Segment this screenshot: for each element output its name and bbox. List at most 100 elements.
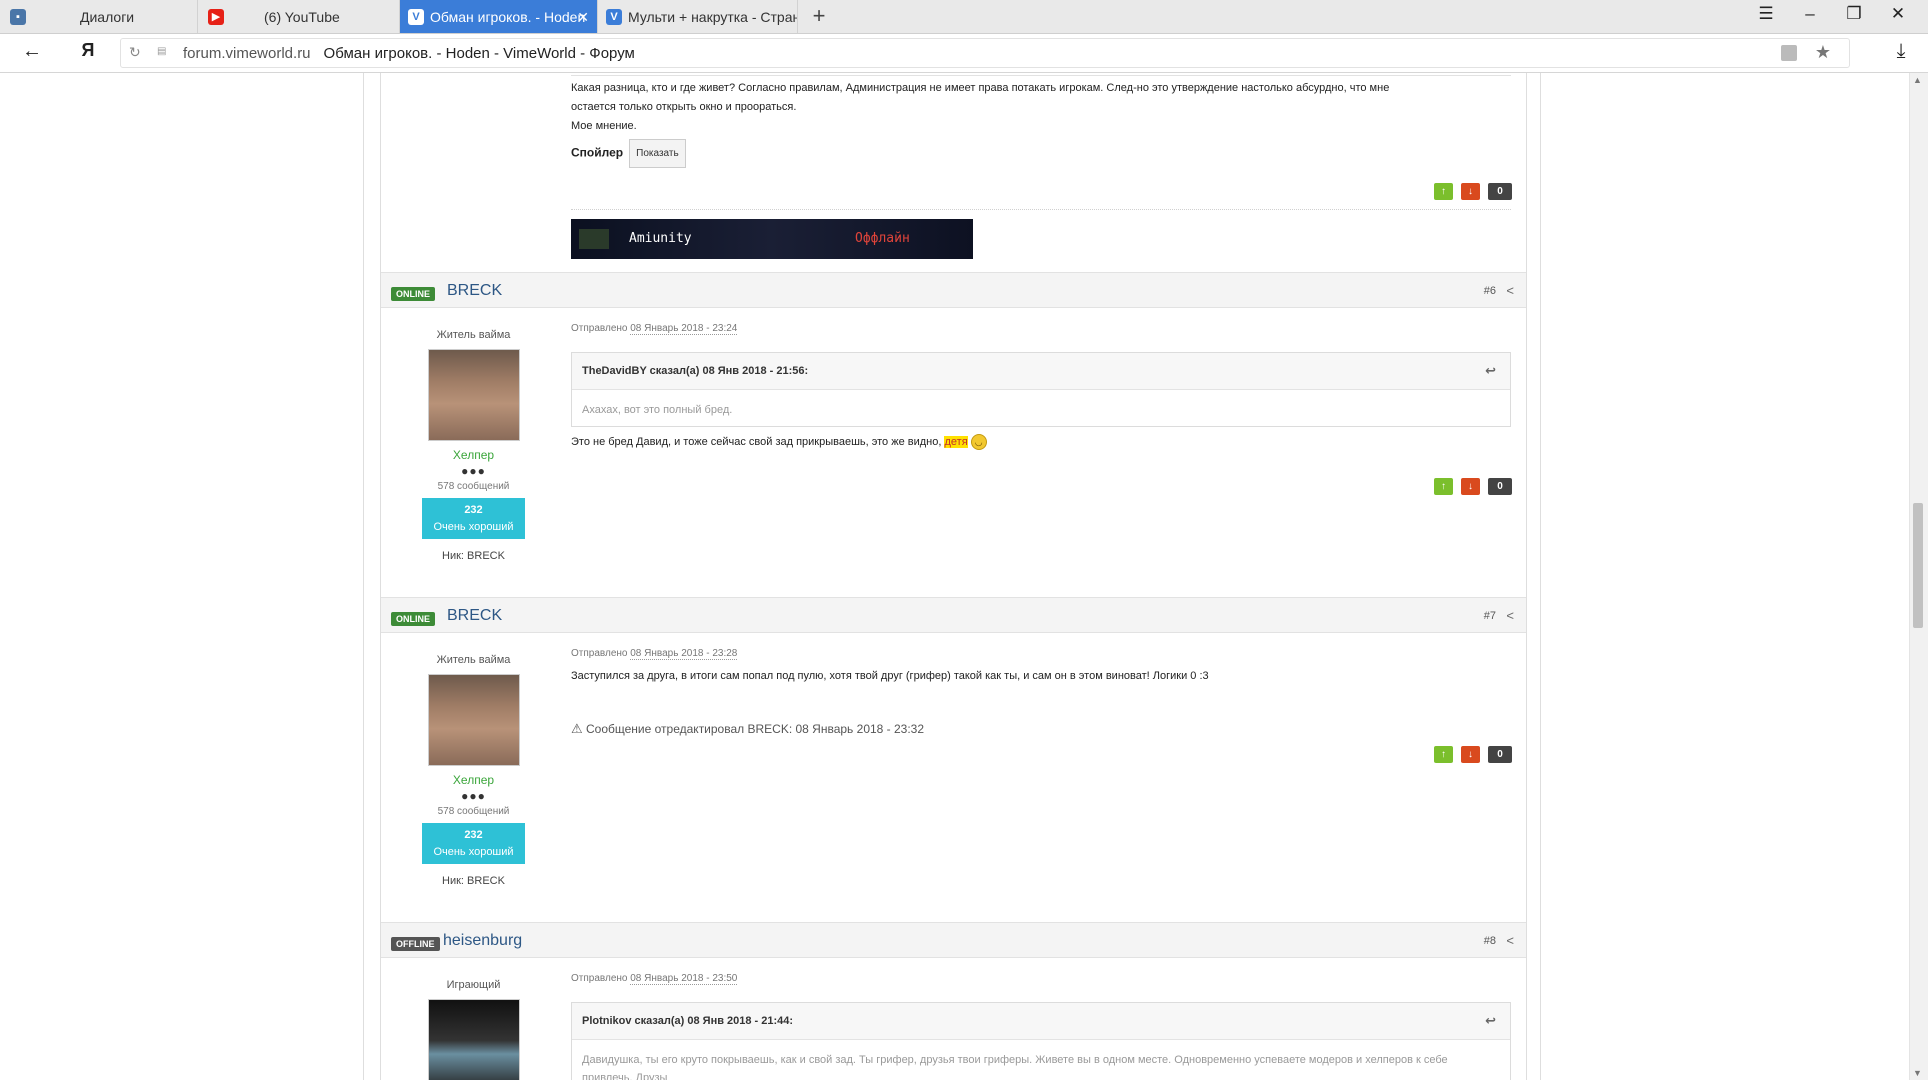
scroll-up-icon[interactable]: ▲ (1913, 75, 1922, 85)
divider (1540, 73, 1541, 1080)
divider (571, 75, 1511, 76)
extension-icon[interactable] (1781, 45, 1797, 61)
post-number-link[interactable]: #8 (1484, 935, 1496, 947)
post-author-link[interactable]: BRECK (447, 282, 502, 300)
posted-prefix: Отправлено (571, 973, 628, 984)
post-number-link[interactable]: #7 (1484, 610, 1496, 622)
user-group: Играющий (446, 979, 501, 991)
author-panel: Играющий (381, 979, 566, 1080)
author-panel: Житель вайма Хелпер ●●● 578 сообщений 23… (381, 654, 566, 887)
post-votes: ↑ ↓ 0 (1434, 746, 1512, 763)
minimize-icon[interactable]: – (1798, 4, 1822, 24)
warning-icon: ⚠ (571, 721, 583, 736)
quote-text: Ахахах, вот это полный бред. (582, 404, 733, 416)
quote-author: Plotnikov сказал(а) 08 Янв 2018 - 21:44: (582, 1015, 794, 1027)
edit-note: ⚠ Сообщение отредактировал BRECK: 08 Янв… (571, 721, 1511, 737)
avatar[interactable] (427, 674, 520, 766)
vote-down-button[interactable]: ↓ (1461, 478, 1480, 495)
vote-down-button[interactable]: ↓ (1461, 183, 1480, 200)
post-body: Отправлено 08 Январь 2018 - 23:28 Заступ… (571, 648, 1511, 737)
spoiler-show-button[interactable]: Показать (629, 139, 686, 168)
posted-date: 08 Январь 2018 - 23:28 (630, 648, 738, 660)
share-icon[interactable]: < (1506, 608, 1514, 623)
vote-score: 0 (1488, 746, 1512, 763)
vimeworld-icon: V (408, 8, 424, 25)
user-group: Житель вайма (436, 329, 511, 341)
post-date: Отправлено 08 Январь 2018 - 23:50 (571, 973, 1511, 985)
post-author-link[interactable]: BRECK (447, 607, 502, 625)
tab-multi[interactable]: V Мульти + накрутка - Стран (598, 0, 798, 33)
scrollbar-thumb[interactable] (1913, 503, 1923, 628)
quote-header: Plotnikov сказал(а) 08 Янв 2018 - 21:44:… (572, 1003, 1510, 1040)
post-text-line: Это не бред Давид, и тоже сейчас свой за… (571, 435, 942, 448)
post-header: ONLINE BRECK #6 < (381, 272, 1526, 308)
tab-label: Диалоги (80, 8, 135, 25)
youtube-icon: ▶ (208, 8, 224, 25)
vote-score: 0 (1488, 183, 1512, 200)
avatar[interactable] (427, 349, 520, 441)
reputation-label: Очень хороший (433, 846, 514, 858)
user-group: Житель вайма (436, 654, 511, 666)
avatar[interactable] (427, 999, 520, 1080)
url-host: forum.vimeworld.ru (183, 44, 311, 62)
address-bar: ← Я ↻ ▤ forum.vimeworld.ru Обман игроков… (0, 34, 1928, 73)
post-count: 578 сообщений (437, 481, 510, 492)
post-count: 578 сообщений (437, 806, 510, 817)
post-number-link[interactable]: #6 (1484, 285, 1496, 297)
post-text-line: Мое мнение. (571, 120, 637, 132)
site-info-icon[interactable]: ▤ (157, 46, 166, 57)
vimeworld-icon: V (606, 8, 622, 25)
tab-dialogs[interactable]: ▪ Диалоги (0, 0, 198, 33)
vote-down-button[interactable]: ↓ (1461, 746, 1480, 763)
post-text-line: остается только открыть окно и прооратьс… (571, 101, 797, 113)
author-panel: Житель вайма Хелпер ●●● 578 сообщений 23… (381, 329, 566, 562)
new-tab-button[interactable]: + (806, 3, 832, 29)
reload-icon[interactable]: ↻ (129, 44, 141, 61)
vk-icon: ▪ (10, 8, 26, 25)
tab-forum-active[interactable]: V Обман игроков. - Hoden ✕ (400, 0, 598, 33)
share-icon[interactable]: < (1506, 933, 1514, 948)
view-quote-icon[interactable]: ↩ (1485, 1003, 1496, 1039)
tab-label: Мульти + накрутка - Стран (628, 8, 798, 25)
highlighted-text: детя (944, 435, 968, 448)
post-author-link[interactable]: heisenburg (443, 932, 522, 950)
vote-up-button[interactable]: ↑ (1434, 183, 1453, 200)
download-icon[interactable]: ⤓ (1887, 40, 1915, 63)
url-field[interactable]: ↻ ▤ forum.vimeworld.ru Обман игроков. - … (120, 38, 1850, 68)
restore-icon[interactable]: ❐ (1842, 4, 1866, 24)
reputation-badge: 232 Очень хороший (422, 823, 525, 864)
divider (363, 73, 364, 1080)
spoiler-label: Спойлер (571, 145, 624, 160)
url-title: Обман игроков. - Hoden - VimeWorld - Фор… (323, 44, 635, 62)
user-nick: Ник: BRECK (442, 875, 505, 887)
reputation-value: 232 (464, 829, 483, 841)
close-window-icon[interactable]: ✕ (1886, 4, 1910, 24)
quote-block: Plotnikov сказал(а) 08 Янв 2018 - 21:44:… (571, 1002, 1511, 1080)
tab-youtube[interactable]: ▶ (6) YouTube (198, 0, 400, 33)
post-body: Отправлено 08 Январь 2018 - 23:24 (571, 323, 1511, 335)
share-icon[interactable]: < (1506, 283, 1514, 298)
signature-banner[interactable]: Amiunity Оффлайн (571, 219, 973, 259)
pixel-avatar-icon (579, 229, 609, 249)
quote-header: TheDavidBY сказал(а) 08 Янв 2018 - 21:56… (572, 353, 1510, 390)
page-viewport: Какая разница, кто и где живет? Согласно… (0, 73, 1928, 1080)
scrollbar[interactable]: ▲ ▼ (1909, 73, 1928, 1080)
scroll-down-icon[interactable]: ▼ (1913, 1068, 1922, 1078)
user-nick: Ник: BRECK (442, 550, 505, 562)
back-icon[interactable]: ← (18, 40, 46, 63)
view-quote-icon[interactable]: ↩ (1485, 353, 1496, 389)
vote-up-button[interactable]: ↑ (1434, 746, 1453, 763)
yandex-logo[interactable]: Я (74, 40, 102, 61)
user-rank: Хелпер (452, 773, 495, 787)
post-body: Отправлено 08 Январь 2018 - 23:50 (571, 973, 1511, 985)
signature-status: Оффлайн (855, 231, 910, 246)
menu-icon[interactable]: ☰ (1754, 4, 1778, 24)
bookmark-star-icon[interactable]: ★ (1815, 42, 1831, 63)
post-text: Это не бред Давид, и тоже сейчас свой за… (571, 434, 1511, 450)
smiley-icon: ◡ (970, 434, 987, 450)
close-tab-icon[interactable]: ✕ (577, 9, 589, 26)
post-votes: ↑ ↓ 0 (1434, 183, 1512, 200)
quote-text: Давидушка, ты его круто покрываешь, как … (582, 1054, 1448, 1080)
quote-author: TheDavidBY сказал(а) 08 Янв 2018 - 21:56… (582, 365, 809, 377)
vote-up-button[interactable]: ↑ (1434, 478, 1453, 495)
